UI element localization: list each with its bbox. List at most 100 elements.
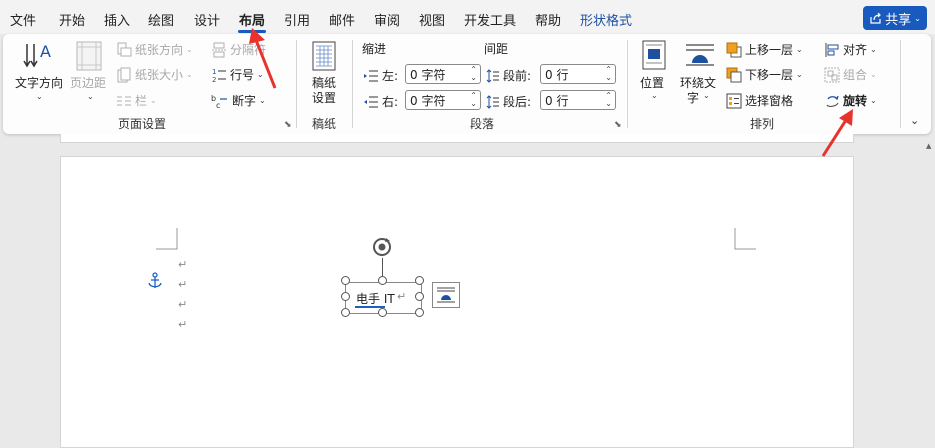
scroll-up-icon[interactable]: ▲ <box>926 142 931 150</box>
bring-forward-button[interactable]: 上移一层 ⌄ <box>726 41 803 58</box>
indent-left-input[interactable]: 0 字符 ⌃ ⌄ <box>405 64 481 84</box>
bring-forward-icon <box>726 42 742 57</box>
resize-handle[interactable] <box>341 292 350 301</box>
orientation-label: 纸张方向 <box>135 43 184 57</box>
group-divider <box>352 40 353 128</box>
rotate-handle-icon[interactable] <box>371 236 393 258</box>
draft-settings-button[interactable] <box>312 41 336 74</box>
active-tab-indicator <box>238 30 266 33</box>
tab-file[interactable]: 文件 <box>10 10 36 29</box>
indent-right-icon <box>364 96 378 107</box>
margins-label: 页边距 <box>70 76 107 90</box>
ribbon-tabs: 文件 开始 插入 绘图 设计 布局 引用 邮件 审阅 视图 开发工具 帮助 形状… <box>0 0 935 34</box>
resize-handle[interactable] <box>415 276 424 285</box>
draft-group-label: 稿纸 <box>312 117 337 131</box>
chevron-down-icon: ⌄ <box>36 92 43 101</box>
line-numbers-label: 行号 <box>230 68 255 82</box>
columns-label: 栏 <box>135 94 148 108</box>
indent-right-label-wrap: 右: <box>363 93 398 110</box>
tab-review[interactable]: 审阅 <box>374 10 400 29</box>
selection-pane-button[interactable]: 选择窗格 <box>726 92 793 109</box>
wrap-text-icon <box>437 287 455 303</box>
resize-handle[interactable] <box>378 276 387 285</box>
columns-icon <box>117 96 131 105</box>
tab-mailings[interactable]: 邮件 <box>329 10 355 29</box>
spinner-arrows-icon[interactable]: ⌃ ⌄ <box>470 92 477 108</box>
indent-left-label-wrap: 左: <box>363 67 398 84</box>
indent-right-input[interactable]: 0 字符 ⌃ ⌄ <box>405 90 481 110</box>
group-objects-button[interactable]: 组合 ⌄ <box>824 66 877 83</box>
breaks-icon <box>212 42 226 57</box>
position-button[interactable] <box>642 40 666 73</box>
text-direction-button[interactable]: A <box>21 41 55 76</box>
line-numbers-button[interactable]: 12 行号 ⌄ <box>211 66 264 83</box>
resize-handle[interactable] <box>378 308 387 317</box>
tab-home[interactable]: 开始 <box>59 10 85 29</box>
tab-view[interactable]: 视图 <box>419 10 445 29</box>
bring-forward-label: 上移一层 <box>745 43 794 57</box>
paragraph-mark: ↵ <box>178 278 188 291</box>
text-direction-label: 文字方向 <box>15 76 64 90</box>
send-backward-button[interactable]: 下移一层 ⌄ <box>726 66 803 83</box>
anchor-icon <box>148 272 162 288</box>
layout-options-button[interactable] <box>432 282 460 308</box>
spacing-after-label-wrap: 段后: <box>486 93 531 110</box>
spacing-before-label-wrap: 段前: <box>486 67 531 84</box>
chevron-down-icon: ⌄ <box>703 91 710 100</box>
group-objects-icon <box>824 67 840 82</box>
rotate-button[interactable]: 旋转 ⌄ <box>824 92 877 109</box>
hyphenation-button[interactable]: bc 断字 ⌄ <box>211 92 266 109</box>
align-icon <box>825 42 839 57</box>
resize-handle[interactable] <box>341 276 350 285</box>
spacing-before-icon <box>486 68 499 83</box>
align-label: 对齐 <box>843 43 868 57</box>
tab-references[interactable]: 引用 <box>284 10 310 29</box>
draft-paper-icon <box>312 41 336 71</box>
breaks-button[interactable]: 分隔符 <box>211 41 266 58</box>
margins-button[interactable] <box>76 41 102 74</box>
dialog-launcher-icon[interactable]: ⬊ <box>614 120 622 130</box>
tab-design[interactable]: 设计 <box>194 10 220 29</box>
tab-developer[interactable]: 开发工具 <box>464 10 516 29</box>
spinner-arrows-icon[interactable]: ⌃ ⌄ <box>470 66 477 82</box>
dialog-launcher-icon[interactable]: ⬊ <box>284 120 292 130</box>
indent-left-icon <box>364 70 378 81</box>
paragraph-mark: ↵ <box>178 318 188 331</box>
chevron-down-icon: ⌄ <box>914 13 921 23</box>
spinner-arrows-icon[interactable]: ⌃ ⌄ <box>605 92 612 108</box>
tab-draw[interactable]: 绘图 <box>148 10 174 29</box>
orientation-icon <box>117 42 132 56</box>
paragraph-mark: ↵ <box>178 298 188 311</box>
wrap-text-label-2: 字 <box>687 91 700 105</box>
group-objects-label: 组合 <box>843 68 868 82</box>
spinner-arrows-icon[interactable]: ⌃ ⌄ <box>605 66 612 82</box>
spacing-before-input[interactable]: 0 行 ⌃ ⌄ <box>540 64 616 84</box>
wrap-text-button[interactable] <box>685 42 715 71</box>
resize-handle[interactable] <box>415 308 424 317</box>
align-button[interactable]: 对齐 ⌄ <box>824 41 877 58</box>
send-backward-label: 下移一层 <box>745 68 794 82</box>
resize-handle[interactable] <box>341 308 350 317</box>
paragraph-mark: ↵ <box>178 258 188 271</box>
collapse-ribbon-icon[interactable]: ⌄ <box>910 114 919 127</box>
vertical-scrollbar[interactable]: ▲ <box>924 140 935 437</box>
ribbon-panel: A 文字方向 ⌄ 页边距 ⌄ 纸张方向 ⌄ 纸张大小 ⌄ 栏 ⌄ 分隔符 12 行号 ⌄… <box>3 34 931 134</box>
resize-handle[interactable] <box>415 292 424 301</box>
rotate-handle-line <box>382 258 383 278</box>
spacing-after-label: 段后: <box>503 95 532 109</box>
spacing-after-input[interactable]: 0 行 ⌃ ⌄ <box>540 90 616 110</box>
margin-corner-top-left <box>156 228 178 250</box>
draft-settings-label-2: 设置 <box>312 91 337 105</box>
rotate-label: 旋转 <box>843 94 868 108</box>
size-button[interactable]: 纸张大小 ⌄ <box>116 66 193 83</box>
columns-button[interactable]: 栏 ⌄ <box>116 92 157 109</box>
selection-pane-icon <box>726 93 742 108</box>
tab-layout[interactable]: 布局 <box>239 10 265 29</box>
position-icon <box>642 40 666 70</box>
share-button[interactable]: 共享 ⌄ <box>863 6 927 30</box>
tab-insert[interactable]: 插入 <box>104 10 130 29</box>
tab-shape-format[interactable]: 形状格式 <box>580 10 632 29</box>
tab-help[interactable]: 帮助 <box>535 10 561 29</box>
orientation-button[interactable]: 纸张方向 ⌄ <box>116 41 193 58</box>
chevron-down-icon: ⌄ <box>651 91 658 100</box>
